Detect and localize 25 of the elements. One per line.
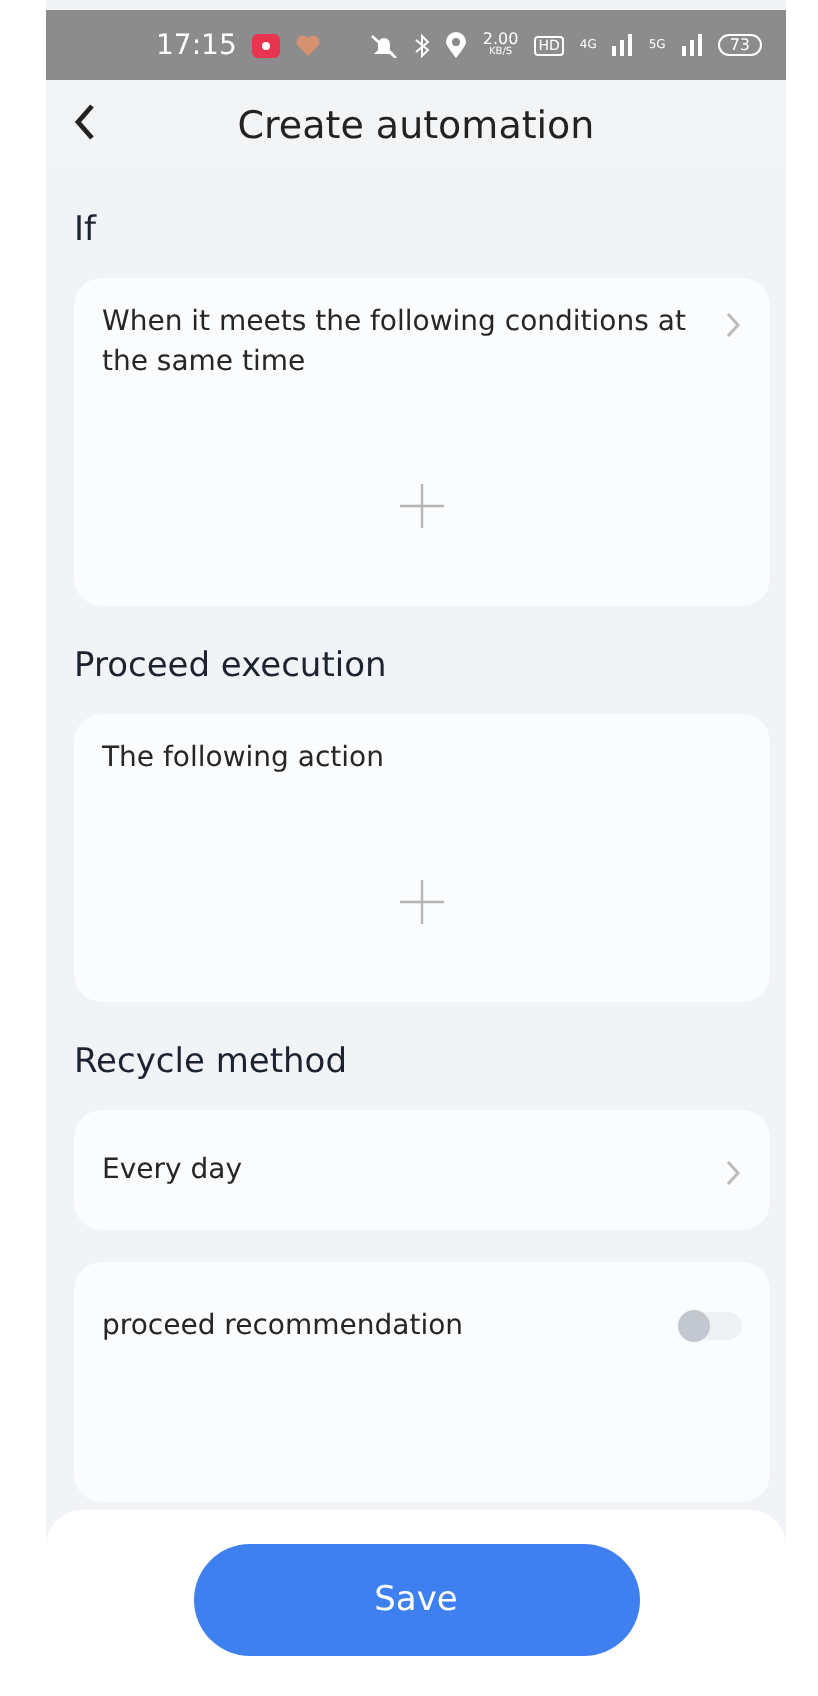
bluetooth-icon bbox=[414, 33, 431, 57]
section-title: If bbox=[72, 210, 99, 250]
card-text: When it meets the following conditions at the same time bbox=[102, 304, 688, 382]
plus-icon[interactable] bbox=[400, 484, 444, 528]
page-title: Create automation bbox=[237, 103, 595, 147]
card-text: proceed recommendation bbox=[102, 1308, 464, 1346]
back-icon[interactable] bbox=[74, 104, 96, 140]
battery-indicator: 73 bbox=[717, 34, 762, 56]
mute-icon bbox=[370, 33, 399, 57]
speed-value: 2.00 bbox=[482, 31, 519, 45]
heart-icon bbox=[296, 34, 321, 56]
chevron-icon bbox=[726, 1160, 742, 1186]
section-title: Proceed execution bbox=[72, 646, 389, 686]
status-time: 17:15 bbox=[156, 29, 237, 61]
card-text: The following action bbox=[102, 740, 384, 778]
section-title: Recycle method bbox=[72, 1042, 349, 1082]
chevron-icon bbox=[726, 312, 742, 338]
location-icon bbox=[446, 32, 467, 58]
record-icon bbox=[252, 33, 281, 57]
toggle-switch[interactable] bbox=[678, 1312, 742, 1340]
signal-icon bbox=[681, 34, 702, 56]
signal-icon bbox=[612, 34, 633, 56]
plus-icon[interactable] bbox=[400, 880, 444, 924]
repeat-option[interactable]: Every day bbox=[102, 1150, 242, 1190]
save-button[interactable]: Save bbox=[193, 1544, 639, 1656]
